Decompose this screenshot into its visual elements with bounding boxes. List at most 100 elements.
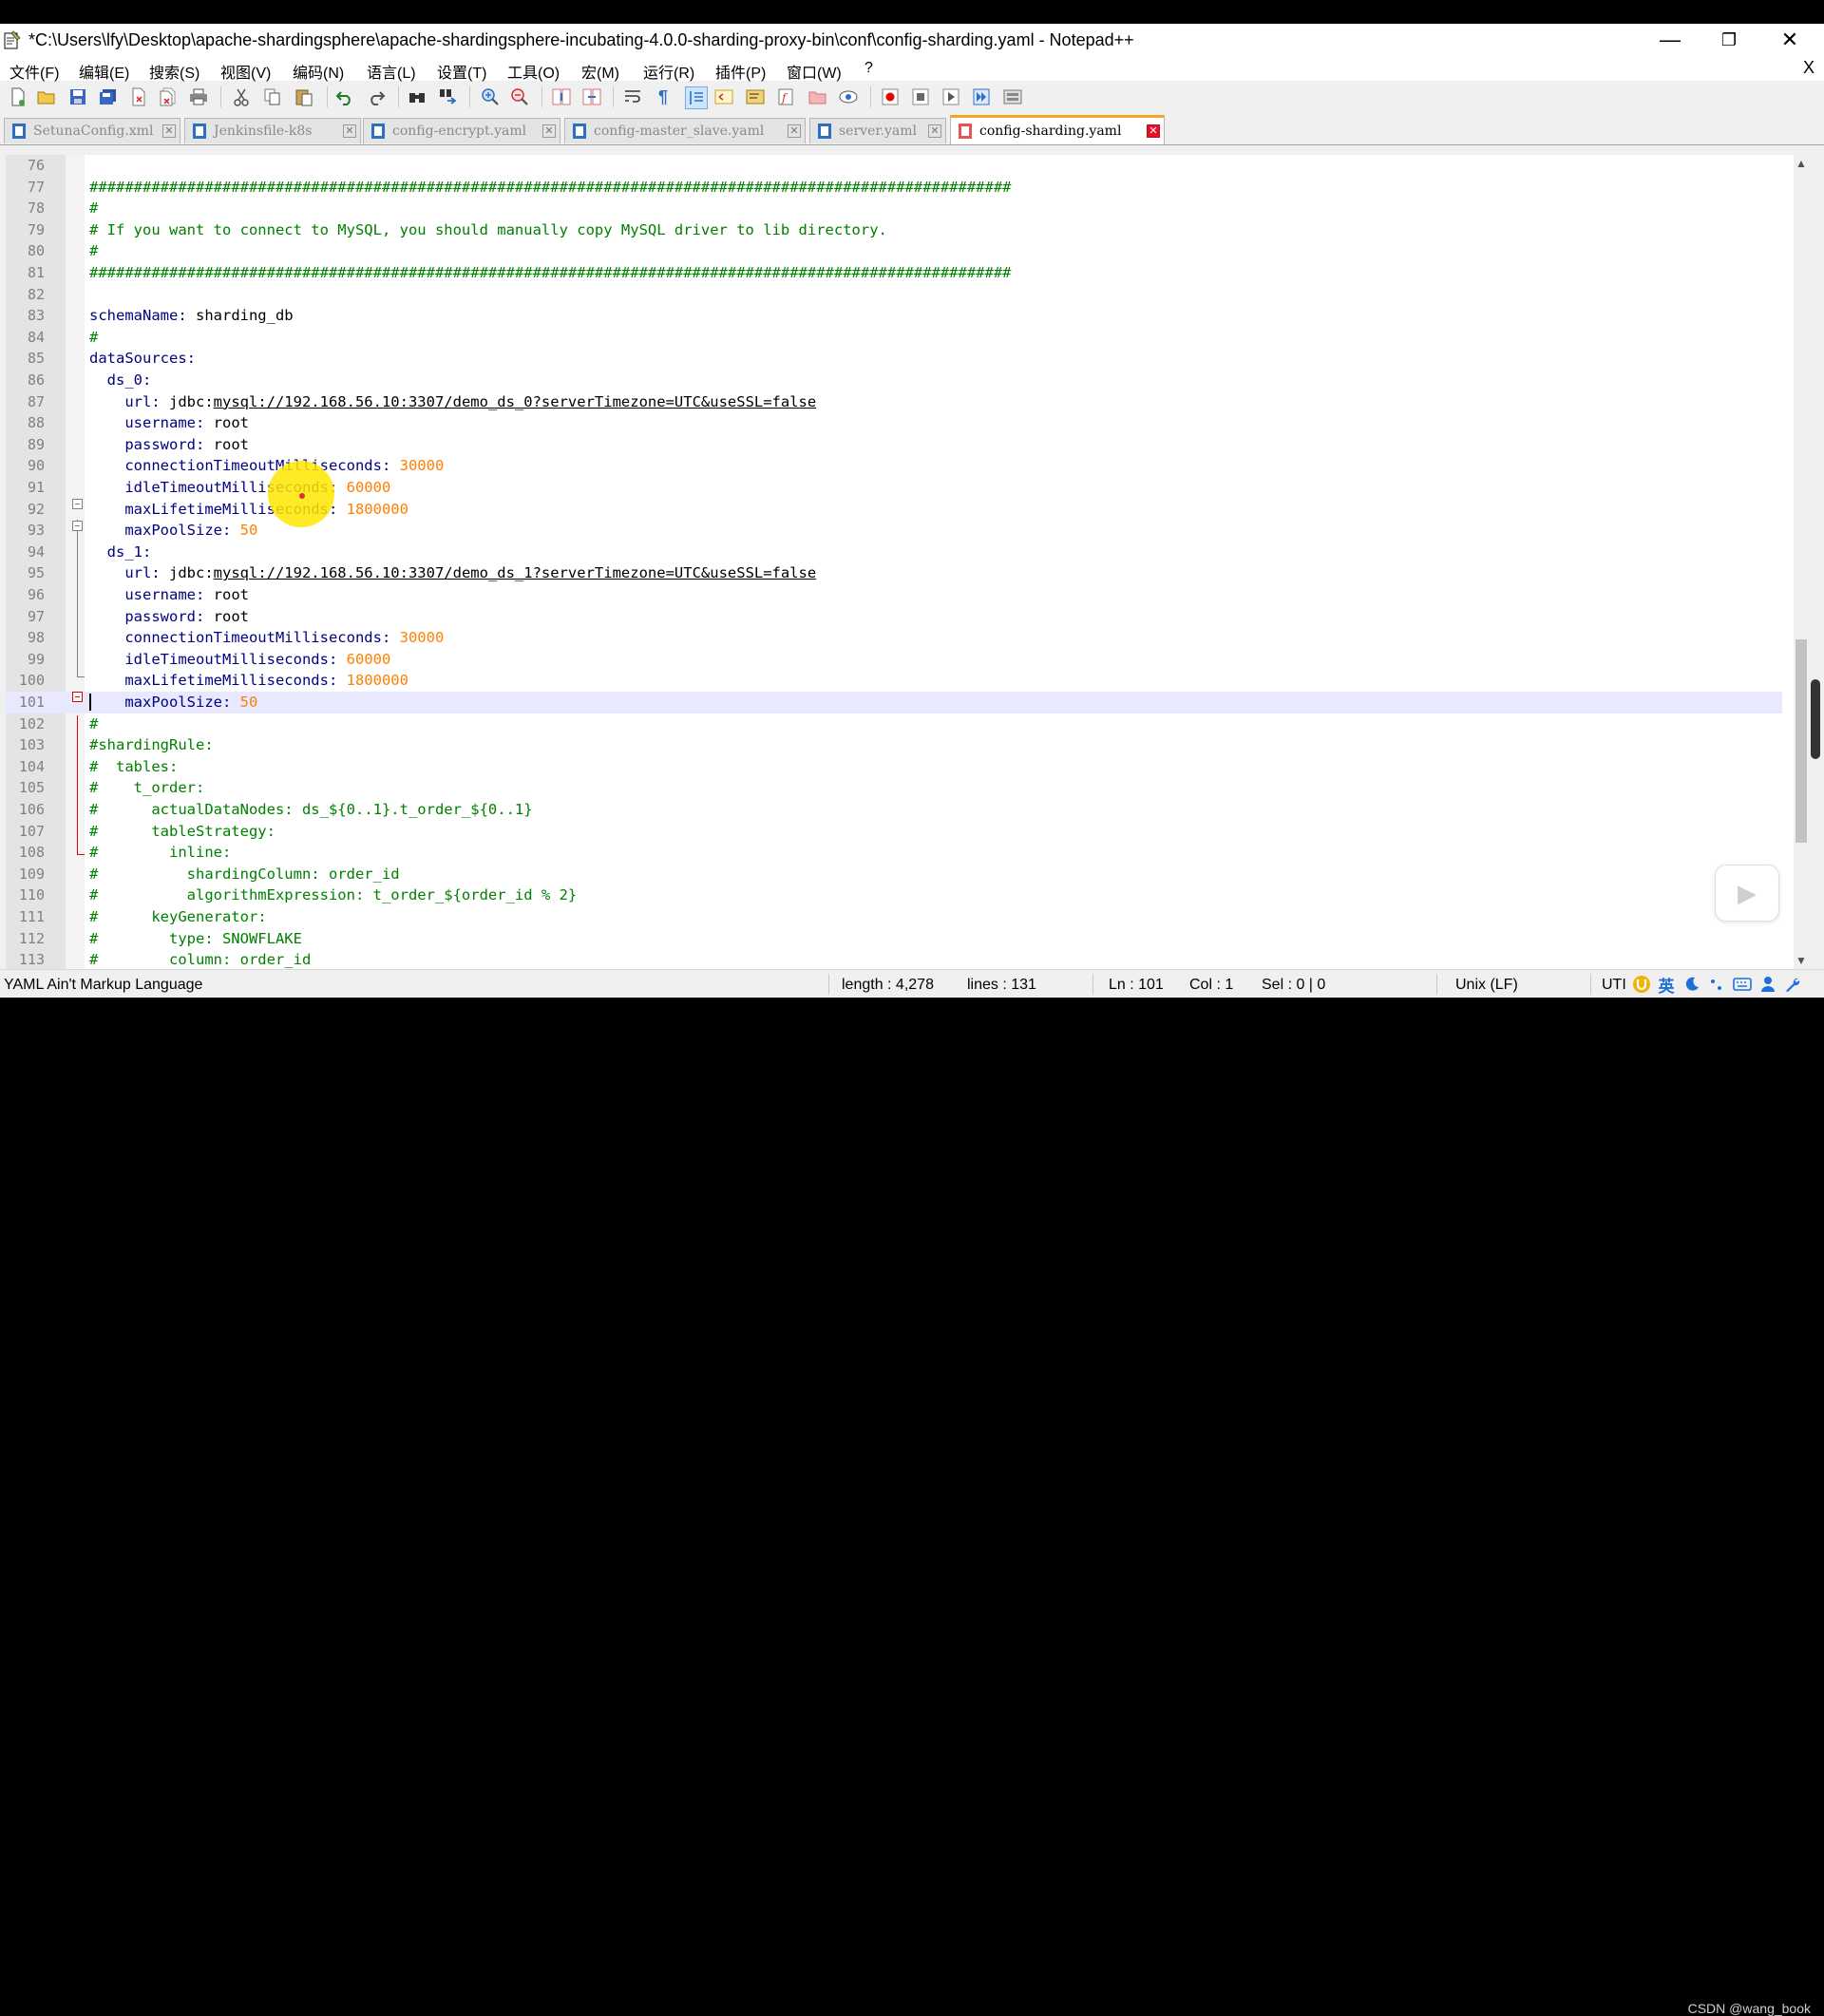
url-link[interactable]: mysql://192.168.56.10:3307/demo_ds_0?ser… — [214, 393, 817, 410]
ime-u-icon[interactable] — [1630, 973, 1653, 996]
code-line[interactable]: 90 connectionTimeoutMilliseconds: 30000 — [6, 455, 1782, 477]
menu-window[interactable]: 窗口(W) — [787, 60, 842, 83]
zoom-out-icon[interactable] — [509, 86, 530, 107]
code-line[interactable]: 109 # shardingColumn: order_id — [6, 864, 1782, 885]
tab-config-master-slave-yaml[interactable]: config-master_slave.yaml ✕ — [564, 118, 806, 143]
indent-guide-icon[interactable] — [685, 86, 708, 109]
code-line[interactable]: 113 # column: order_id — [6, 949, 1782, 969]
menu-tools[interactable]: 工具(O) — [507, 60, 560, 83]
tab-setunaconfig-xml[interactable]: SetunaConfig.xml ✕ — [4, 118, 180, 143]
status-encoding[interactable]: UTI — [1602, 977, 1626, 994]
sync-vertical-icon[interactable] — [551, 86, 572, 107]
code-line[interactable]: 86 ds_0: — [6, 370, 1782, 391]
code-line[interactable]: 82 — [6, 284, 1782, 306]
code-editor[interactable]: 76 77 ####################################… — [6, 155, 1794, 969]
open-file-icon[interactable] — [36, 86, 57, 107]
close-file-icon[interactable] — [128, 86, 149, 107]
close-button[interactable]: ✕ — [1761, 24, 1818, 56]
code-line[interactable]: 112 # type: SNOWFLAKE — [6, 928, 1782, 950]
zoom-in-icon[interactable] — [480, 86, 501, 107]
user-icon[interactable] — [1758, 973, 1778, 996]
menu-help[interactable]: ? — [864, 60, 873, 77]
copy-icon[interactable] — [262, 86, 283, 107]
doc-map-icon[interactable] — [745, 86, 766, 107]
word-wrap-icon[interactable] — [622, 86, 643, 107]
tab-close-icon[interactable]: ✕ — [542, 124, 556, 138]
code-line[interactable]: 87 url: jdbc:mysql://192.168.56.10:3307/… — [6, 391, 1782, 413]
print-icon[interactable] — [188, 86, 209, 107]
menu-view[interactable]: 视图(V) — [220, 60, 271, 83]
macro-record-icon[interactable] — [880, 86, 901, 107]
tab-close-icon[interactable]: ✕ — [343, 124, 356, 138]
macro-save-icon[interactable] — [1002, 86, 1023, 107]
wrench-icon[interactable] — [1782, 973, 1803, 996]
menu-file[interactable]: 文件(F) — [10, 60, 59, 83]
macro-run-multiple-icon[interactable] — [971, 86, 992, 107]
url-link[interactable]: mysql://192.168.56.10:3307/demo_ds_1?ser… — [214, 564, 817, 581]
new-file-icon[interactable] — [8, 86, 28, 107]
code-line[interactable]: 102 # — [6, 713, 1782, 735]
menu-search[interactable]: 搜索(S) — [149, 60, 200, 83]
status-eol[interactable]: Unix (LF) — [1455, 977, 1518, 994]
keyboard-icon[interactable] — [1731, 973, 1754, 996]
menu-macro[interactable]: 宏(M) — [581, 60, 619, 83]
code-line[interactable]: 100 maxLifetimeMilliseconds: 1800000 — [6, 670, 1782, 692]
code-line[interactable]: 98 connectionTimeoutMilliseconds: 30000 — [6, 627, 1782, 649]
tab-server-yaml[interactable]: server.yaml ✕ — [809, 118, 946, 143]
code-line[interactable]: 107 # tableStrategy: — [6, 821, 1782, 843]
punctuation-icon[interactable] — [1706, 973, 1727, 996]
code-line[interactable]: 78 # — [6, 198, 1782, 219]
tab-jenkinsfile-k8s[interactable]: Jenkinsfile-k8s ✕ — [184, 118, 361, 143]
vertical-scrollbar[interactable]: ▲ ▼ — [1794, 155, 1809, 969]
scrollbar-thumb[interactable] — [1796, 639, 1807, 843]
tab-config-sharding-yaml[interactable]: config-sharding.yaml ✕ — [950, 115, 1165, 144]
code-line[interactable]: 96 username: root — [6, 584, 1782, 606]
code-line[interactable]: 95 url: jdbc:mysql://192.168.56.10:3307/… — [6, 562, 1782, 584]
code-line[interactable]: 76 — [6, 155, 1782, 177]
scroll-down-icon[interactable]: ▼ — [1794, 952, 1809, 969]
save-icon[interactable] — [67, 86, 88, 107]
code-line[interactable]: 106 # actualDataNodes: ds_${0..1}.t_order… — [6, 799, 1782, 821]
folder-workspace-icon[interactable] — [808, 86, 828, 107]
sync-horizontal-icon[interactable] — [581, 86, 602, 107]
show-all-chars-icon[interactable]: ¶ — [653, 86, 674, 107]
menu-run[interactable]: 运行(R) — [643, 60, 694, 83]
cut-icon[interactable] — [231, 86, 252, 107]
user-language-icon[interactable] — [713, 86, 734, 107]
code-line[interactable]: 99 idleTimeoutMilliseconds: 60000 — [6, 649, 1782, 671]
redo-icon[interactable] — [366, 86, 387, 107]
code-line[interactable]: 88 username: root — [6, 412, 1782, 434]
menu-settings[interactable]: 设置(T) — [437, 60, 486, 83]
code-line[interactable]: 104 # tables: — [6, 756, 1782, 778]
menu-edit[interactable]: 编辑(E) — [79, 60, 129, 83]
code-line[interactable]: 79 # If you want to connect to MySQL, you… — [6, 219, 1782, 241]
video-play-button[interactable]: ▶ — [1715, 865, 1779, 922]
undo-icon[interactable] — [334, 86, 355, 107]
ime-language-indicator[interactable]: 英 — [1655, 973, 1678, 996]
function-list-icon[interactable]: f — [776, 86, 797, 107]
tab-config-encrypt-yaml[interactable]: config-encrypt.yaml ✕ — [363, 118, 560, 143]
paste-icon[interactable] — [294, 86, 314, 107]
code-line[interactable]: 80 # — [6, 240, 1782, 262]
code-line[interactable]: 83 schemaName: sharding_db — [6, 305, 1782, 327]
code-line[interactable]: 84 # — [6, 327, 1782, 349]
tab-close-icon[interactable]: ✕ — [1147, 124, 1160, 138]
code-line[interactable]: 93 maxPoolSize: 50 — [6, 520, 1782, 542]
menu-language[interactable]: 语言(L) — [367, 60, 416, 83]
monitoring-eye-icon[interactable] — [838, 86, 859, 107]
code-line[interactable]: 97 password: root — [6, 606, 1782, 628]
code-line[interactable]: 111 # keyGenerator: — [6, 906, 1782, 928]
code-line[interactable]: 108 # inline: — [6, 842, 1782, 864]
code-line[interactable]: 77 ######################################… — [6, 177, 1782, 199]
close-all-icon[interactable] — [158, 86, 179, 107]
replace-icon[interactable] — [437, 86, 458, 107]
restore-button[interactable]: ❐ — [1700, 24, 1758, 56]
scroll-up-icon[interactable]: ▲ — [1794, 155, 1809, 172]
code-line[interactable]: 101 maxPoolSize: 50 — [6, 692, 1782, 713]
macro-stop-icon[interactable] — [910, 86, 931, 107]
menu-plugins[interactable]: 插件(P) — [715, 60, 766, 83]
code-line[interactable]: 110 # algorithmExpression: t_order_${orde… — [6, 884, 1782, 906]
macro-play-icon[interactable] — [940, 86, 961, 107]
code-line[interactable]: 81 ######################################… — [6, 262, 1782, 284]
minimize-button[interactable]: — — [1642, 24, 1699, 56]
